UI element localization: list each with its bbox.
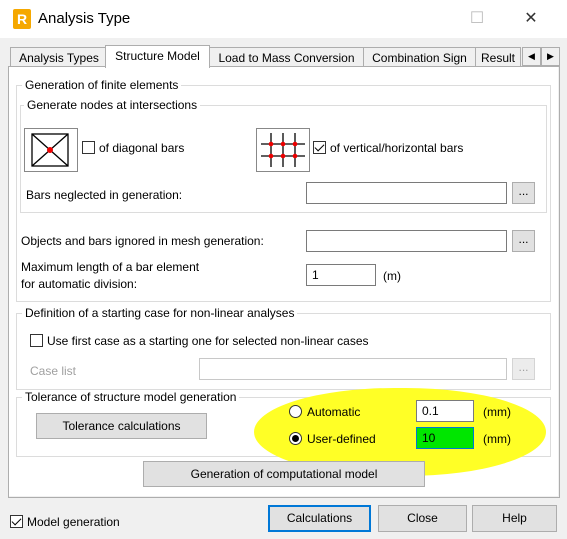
- close-button[interactable]: Close: [378, 505, 467, 532]
- vertical-horizontal-bars-icon: [256, 128, 310, 172]
- nonlinear-legend: Definition of a starting case for non-li…: [22, 306, 298, 320]
- bars-neglected-browse-button[interactable]: ...: [512, 182, 535, 204]
- generation-model-button[interactable]: Generation of computational model: [143, 461, 425, 487]
- max-length-input[interactable]: 1: [306, 264, 376, 286]
- nodes-legend: Generate nodes at intersections: [24, 98, 201, 112]
- tolerance-legend: Tolerance of structure model generation: [22, 390, 240, 404]
- tab-scroll-left-icon[interactable]: ◀: [522, 47, 541, 66]
- objects-ignored-input[interactable]: [306, 230, 507, 252]
- user-defined-radio[interactable]: [289, 432, 302, 445]
- diagonal-bars-icon: [24, 128, 78, 172]
- user-defined-unit: (mm): [483, 432, 511, 446]
- diagonal-bars-checkbox[interactable]: [82, 141, 95, 154]
- case-list-label: Case list: [30, 364, 77, 378]
- tab-structure-model[interactable]: Structure Model: [105, 45, 210, 68]
- vertical-horizontal-bars-label: of vertical/horizontal bars: [330, 141, 464, 155]
- case-list-browse-button: ...: [512, 358, 535, 380]
- user-defined-tolerance-input[interactable]: 10: [416, 427, 474, 449]
- maximize-icon[interactable]: ☐: [466, 8, 488, 30]
- tab-result[interactable]: Result: [475, 47, 521, 68]
- bars-neglected-label: Bars neglected in generation:: [26, 188, 183, 202]
- automatic-tolerance-input[interactable]: 0.1: [416, 400, 474, 422]
- case-list-input: [199, 358, 507, 380]
- objects-ignored-label: Objects and bars ignored in mesh generat…: [21, 234, 264, 248]
- window-title: Analysis Type: [38, 10, 131, 27]
- max-length-unit: (m): [383, 269, 401, 283]
- model-generation-checkbox[interactable]: [10, 515, 23, 528]
- model-generation-label: Model generation: [27, 515, 120, 529]
- first-case-checkbox[interactable]: [30, 334, 43, 347]
- bars-neglected-input[interactable]: [306, 182, 507, 204]
- tab-strip: Analysis Types Structure Model Load to M…: [8, 45, 560, 68]
- user-defined-label: User-defined: [307, 432, 376, 446]
- first-case-label: Use first case as a starting one for sel…: [47, 334, 369, 348]
- diagonal-bars-label: of diagonal bars: [99, 141, 185, 155]
- calculations-button[interactable]: Calculations: [268, 505, 371, 532]
- tolerance-calculations-button[interactable]: Tolerance calculations: [36, 413, 207, 439]
- fe-generation-legend: Generation of finite elements: [22, 78, 182, 92]
- help-button[interactable]: Help: [472, 505, 557, 532]
- tab-analysis-types[interactable]: Analysis Types: [10, 47, 108, 68]
- tab-combination-sign[interactable]: Combination Sign: [363, 47, 476, 68]
- automatic-radio[interactable]: [289, 405, 302, 418]
- tab-load-to-mass[interactable]: Load to Mass Conversion: [209, 47, 364, 68]
- close-icon[interactable]: ✕: [520, 8, 542, 30]
- max-length-label-line2: for automatic division:: [21, 277, 138, 291]
- automatic-unit: (mm): [483, 405, 511, 419]
- automatic-label: Automatic: [307, 405, 361, 419]
- tab-scroll-right-icon[interactable]: ▶: [541, 47, 560, 66]
- max-length-label-line1: Maximum length of a bar element: [21, 260, 200, 274]
- vertical-horizontal-bars-checkbox[interactable]: [313, 141, 326, 154]
- title-bar: R Analysis Type ☐ ✕: [0, 0, 567, 38]
- objects-ignored-browse-button[interactable]: ...: [512, 230, 535, 252]
- robot-app-icon: R: [13, 9, 31, 29]
